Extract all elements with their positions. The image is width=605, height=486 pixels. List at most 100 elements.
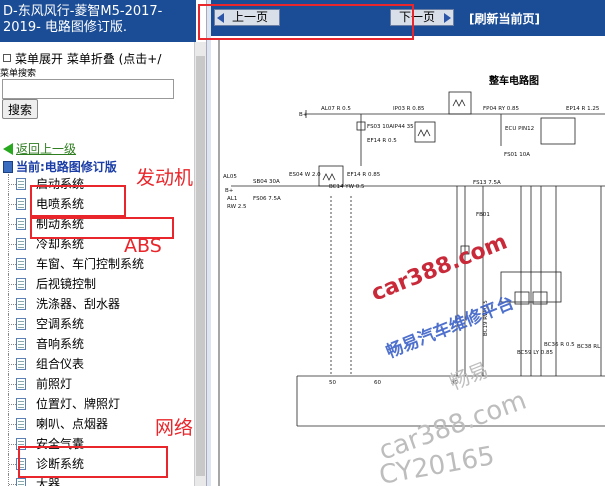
- document-icon: [16, 238, 26, 250]
- tree-item-label: 喇叭、点烟器: [36, 417, 109, 431]
- tree-connector: [9, 224, 16, 225]
- tree-item[interactable]: 车窗、车门控制系统: [0, 254, 200, 274]
- relay-coil: [322, 173, 336, 181]
- tree-connector: [9, 244, 16, 245]
- search-input[interactable]: [2, 79, 174, 99]
- tree-connector: [9, 284, 16, 285]
- label-ef14: EF14 R 0.5: [367, 138, 397, 144]
- sidebar-title: D-东风风行-菱智M5-2017-2019- 电路图修订版.: [0, 0, 196, 42]
- tree-item-label: 位置灯、牌照灯: [36, 397, 121, 411]
- label-fp04: FP04 RY 0.85: [483, 106, 520, 112]
- tree-connector: [9, 464, 16, 465]
- diagram-title: 整车电路图: [488, 74, 539, 87]
- tree-connector: [9, 424, 16, 425]
- main-pane: 上一页 下一页 [刷新当前页] .w { stroke: #222; strok…: [211, 0, 605, 486]
- sidebar-scrollbar[interactable]: [194, 42, 206, 486]
- current-folder-label: 当前:电路图修订版: [16, 160, 117, 174]
- document-icon: [16, 198, 26, 210]
- label-fs13: FS13 7.5A: [473, 180, 501, 186]
- tree-connector: [9, 484, 16, 485]
- wiring-diagram: .w { stroke: #222; stroke-width: 0.8; fi…: [211, 36, 605, 486]
- label-ep14: EP14 R 1.25: [566, 106, 600, 112]
- tree-item-label: 前照灯: [36, 377, 73, 391]
- tree-item[interactable]: 组合仪表: [0, 354, 200, 374]
- tree-item-label: 音响系统: [36, 337, 85, 351]
- book-icon: [3, 161, 13, 173]
- document-icon: [16, 218, 26, 230]
- relay: [414, 121, 436, 143]
- document-icon: [16, 358, 26, 370]
- label-al05: AL05: [223, 174, 237, 180]
- search-label: 菜单搜索: [0, 69, 37, 79]
- tree-item[interactable]: 位置灯、牌照灯: [0, 394, 200, 414]
- label-ecu-pin12: ECU PIN12: [505, 126, 534, 132]
- tree-item[interactable]: 前照灯: [0, 374, 200, 394]
- document-icon: [16, 338, 26, 350]
- tree-connector: [9, 404, 16, 405]
- tree-connector: [9, 444, 16, 445]
- tree-connector: [9, 264, 16, 265]
- wiring-diagram-canvas: .w { stroke: #222; stroke-width: 0.8; fi…: [218, 38, 605, 486]
- label-al1: AL1: [227, 196, 237, 202]
- label-bc36: BC36 R 0.5: [544, 342, 575, 348]
- label-al07: AL07 R 0.5: [321, 106, 351, 112]
- label-fs06: FS06 7.5A: [253, 196, 281, 202]
- relay-coil: [417, 129, 431, 137]
- document-icon: [16, 278, 26, 290]
- label-bc59: BC59 LY 0.85: [517, 350, 553, 356]
- tree-item[interactable]: 空调系统: [0, 314, 200, 334]
- document-icon: [16, 418, 26, 430]
- tree-item[interactable]: 洗涤器、刮水器: [0, 294, 200, 314]
- label-bc38: BC38 RL: [577, 344, 601, 350]
- label-ip44: IP44 35: [393, 124, 414, 130]
- document-icon: [16, 178, 26, 190]
- current-folder: 当前:电路图修订版: [3, 158, 117, 175]
- menu-toggle-label: 菜单展开 菜单折叠 (点击+/: [15, 52, 162, 66]
- annotation-box-engine: [30, 185, 126, 217]
- watermark-ghost-1: 畅易: [446, 357, 492, 394]
- tree-connector: [9, 364, 16, 365]
- label-b-plus-1: B+: [299, 112, 308, 118]
- tree-item-label: 洗涤器、刮水器: [36, 297, 121, 311]
- label-fb01: FB01: [476, 212, 490, 218]
- label-fs03: FS03 10A: [367, 124, 393, 130]
- relay: [448, 91, 472, 115]
- tree-item-label: 组合仪表: [36, 357, 85, 371]
- tree-connector: [9, 204, 16, 205]
- back-link-label: 返回上一级: [16, 142, 77, 156]
- scrollbar-thumb[interactable]: [196, 56, 205, 476]
- label-bc14: BC14 YW 0.5: [329, 184, 365, 190]
- relay-coil: [452, 99, 466, 107]
- annotation-abs: ABS: [124, 235, 162, 257]
- label-b-plus-2: B+: [225, 188, 234, 194]
- annotation-box-network: [18, 446, 168, 478]
- tree-item-label: 后视镜控制: [36, 277, 97, 291]
- module: [540, 117, 576, 145]
- tree-item[interactable]: 音响系统: [0, 334, 200, 354]
- label-rw25: RW 2.5: [227, 204, 247, 210]
- document-icon: [16, 318, 26, 330]
- document-icon: [16, 398, 26, 410]
- tree-item-label: 空调系统: [36, 317, 85, 331]
- document-icon: [16, 258, 26, 270]
- back-arrow-icon: [3, 143, 13, 155]
- label-ip03: IP03 R 0.85: [393, 106, 425, 112]
- search-button[interactable]: 搜索: [2, 99, 38, 119]
- label-fs01: FS01 10A: [504, 152, 530, 158]
- menu-toggle[interactable]: 菜单展开 菜单折叠 (点击+/: [3, 50, 161, 67]
- label-n50: 50: [329, 380, 336, 386]
- watermark-platform: 畅易汽车维修平台: [383, 292, 517, 362]
- label-n60: 60: [374, 380, 381, 386]
- tree-item[interactable]: 后视镜控制: [0, 274, 200, 294]
- annotation-box-toolbar: [198, 4, 414, 40]
- label-es04: ES04 W 2.0: [289, 172, 321, 178]
- tree-connector: [9, 184, 16, 185]
- tree-connector: [9, 344, 16, 345]
- square-icon: [3, 54, 11, 62]
- tree-item-label: 车窗、车门控制系统: [36, 257, 145, 271]
- back-link[interactable]: 返回上一级: [3, 140, 76, 157]
- document-icon: [16, 378, 26, 390]
- refresh-link[interactable]: [刷新当前页]: [469, 10, 540, 27]
- tree-connector: [9, 384, 16, 385]
- document-icon: [16, 478, 26, 486]
